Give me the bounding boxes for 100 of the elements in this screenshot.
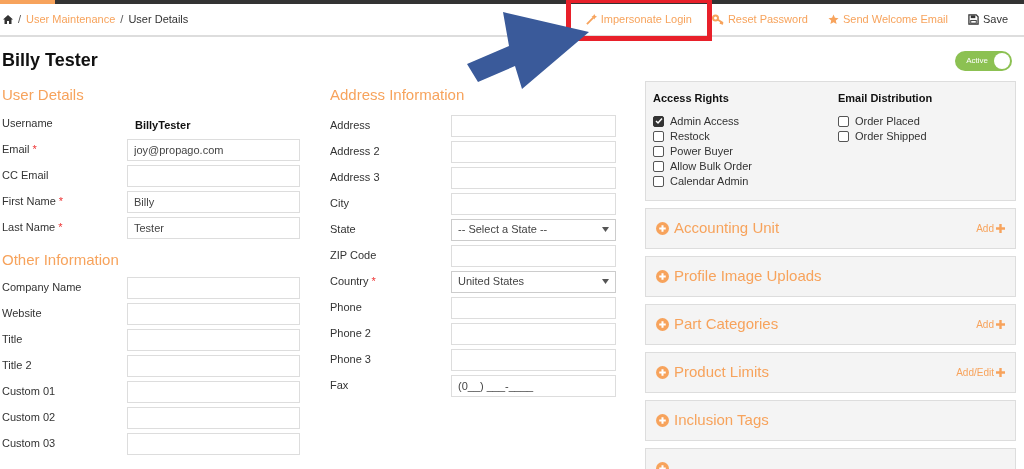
field-label: Address 2 [330, 143, 380, 159]
save-icon [967, 14, 979, 25]
star-icon [827, 14, 839, 25]
plus-circle-icon [656, 222, 669, 235]
input-field[interactable] [127, 407, 300, 429]
field-label: Country [330, 273, 369, 289]
field-label: Title [2, 332, 23, 347]
wand-icon [585, 14, 597, 25]
plus-icon [996, 320, 1005, 329]
checkbox-label: Order Placed [855, 113, 920, 129]
input-field[interactable] [451, 114, 616, 137]
input-field[interactable] [127, 433, 300, 455]
section-heading: Address Information [330, 85, 466, 105]
page-title: Billy Tester [2, 49, 98, 72]
status-toggle[interactable]: Active [955, 50, 1012, 71]
input-field[interactable] [127, 277, 300, 299]
toolbar-button[interactable]: Save [967, 11, 1008, 28]
panel-add-link[interactable]: Add [976, 221, 1005, 236]
field-label: Email [2, 141, 30, 157]
checkbox-label: Calendar Admin [670, 173, 749, 189]
breadcrumb-link[interactable]: User Maintenance [26, 11, 116, 28]
panel-title: Part Categories [674, 314, 779, 335]
checkbox[interactable] [838, 115, 849, 127]
input-field[interactable]: Billy [127, 190, 300, 213]
field-label: Phone 2 [330, 325, 371, 341]
plus-circle-icon [656, 270, 669, 283]
field-label: Custom 03 [2, 436, 56, 451]
group-heading: Access Rights [653, 91, 730, 106]
section-heading: Other Information [2, 249, 120, 270]
field-label: Company Name [2, 280, 82, 295]
toolbar-button[interactable]: Send Welcome Email [827, 11, 948, 28]
checkbox[interactable] [838, 130, 849, 142]
field-label: Title 2 [2, 358, 32, 373]
checkbox[interactable] [653, 115, 664, 127]
input-field[interactable] [127, 303, 300, 325]
checkbox-label: Allow Bulk Order [670, 158, 752, 174]
input-field[interactable] [451, 244, 616, 267]
home-icon[interactable] [3, 15, 13, 24]
key-icon [711, 14, 724, 25]
panel-title: Inclusion Tags [674, 410, 769, 431]
field-label: Address 3 [330, 169, 380, 185]
plus-icon [996, 224, 1005, 233]
checkbox[interactable] [653, 175, 664, 187]
select-field[interactable]: United States [451, 270, 616, 293]
field-label: Custom 01 [2, 384, 56, 399]
input-field[interactable]: Tester [127, 216, 300, 239]
required-mark: * [32, 141, 37, 157]
checkbox-label: Admin Access [670, 113, 740, 129]
field-label: Address [330, 117, 371, 133]
field-label: Phone [330, 299, 362, 315]
checkbox[interactable] [653, 160, 664, 172]
field-label: CC Email [2, 167, 49, 183]
input-field[interactable] [127, 381, 300, 403]
panel-title: Accounting Unit [674, 218, 780, 239]
field-label: State [330, 221, 356, 237]
input-field[interactable] [127, 355, 300, 377]
plus-icon [996, 368, 1005, 377]
required-mark: * [58, 219, 63, 235]
checkbox-label: Order Shipped [855, 128, 927, 144]
toolbar-button[interactable]: Reset Password [711, 11, 808, 28]
plus-circle-icon [656, 414, 669, 427]
collapsible-panel[interactable]: Product Limits Add/Edit [645, 352, 1016, 393]
panel-add-link[interactable]: Add/Edit [956, 365, 1005, 380]
checkbox[interactable] [653, 130, 664, 142]
field-label: Fax [330, 377, 349, 393]
section-heading: User Details [2, 85, 85, 105]
input-field[interactable] [127, 329, 300, 351]
input-field[interactable] [451, 140, 616, 163]
input-field[interactable] [451, 348, 616, 371]
panel-title: Profile Image Uploads [674, 266, 822, 287]
checkbox-label: Restock [670, 128, 710, 144]
field-label: Phone 3 [330, 351, 371, 367]
collapsible-panel[interactable]: Part Categories Add [645, 304, 1016, 345]
input-field[interactable] [451, 166, 616, 189]
breadcrumb-separator: / [18, 12, 22, 28]
plus-circle-icon [656, 366, 669, 379]
input-field[interactable] [451, 322, 616, 345]
collapsible-panel[interactable]: Inclusion Tags [645, 400, 1016, 441]
panel-add-link[interactable]: Add [976, 317, 1005, 332]
field-label: Custom 02 [2, 410, 56, 425]
input-field[interactable] [127, 164, 300, 187]
select-field[interactable]: -- Select a State -- [451, 218, 616, 241]
collapsible-panel[interactable]: Profile Image Uploads [645, 256, 1016, 297]
required-mark: * [371, 273, 376, 289]
checkbox-label: Power Buyer [670, 143, 733, 159]
checkbox[interactable] [653, 145, 664, 157]
field-label: City [330, 195, 349, 211]
caret-icon [602, 227, 609, 232]
breadcrumb-current: User Details [128, 12, 189, 28]
panel-title: Product Limits [674, 362, 770, 383]
input-field[interactable]: joy@propago.com [127, 138, 300, 161]
input-field[interactable] [451, 192, 616, 215]
required-mark: * [58, 193, 64, 209]
plus-circle-icon [656, 318, 669, 331]
input-field[interactable]: (0__) ___-____ [451, 374, 616, 397]
field-label: First Name [2, 193, 56, 209]
field-label: Website [2, 306, 42, 321]
input-field[interactable] [451, 296, 616, 319]
collapsible-panel[interactable]: Accounting Unit Add [645, 208, 1016, 249]
field-label: ZIP Code [330, 247, 377, 263]
